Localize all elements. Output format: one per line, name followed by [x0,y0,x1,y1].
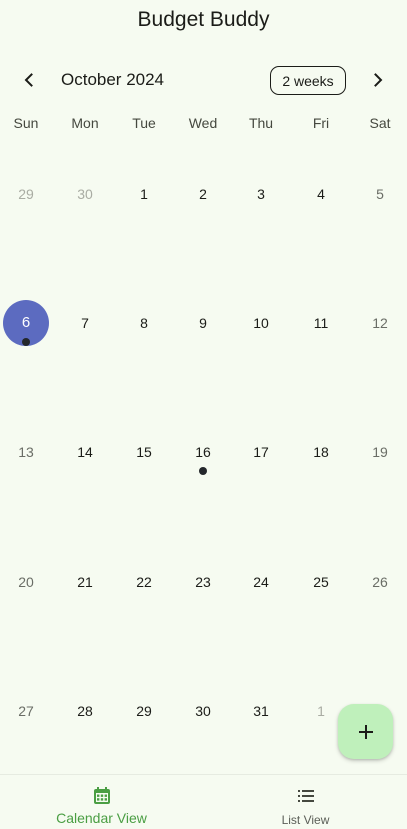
day-of-week-label: Tue [132,115,156,131]
day-number: 9 [199,315,207,331]
day-number: 5 [376,186,384,202]
day-cell[interactable]: 9 [174,314,232,424]
bottom-navigation-bar: Calendar View List View [0,774,407,829]
day-number: 11 [313,315,329,331]
day-number: 17 [253,444,269,460]
day-cell[interactable]: 26 [351,573,407,683]
day-cell[interactable]: 16 [174,443,232,553]
day-cell[interactable]: 4 [292,185,350,295]
day-cell[interactable]: 15 [115,443,173,553]
selected-day-cell[interactable]: 6 [0,300,55,424]
day-number: 18 [313,444,329,460]
day-of-week-label: Wed [188,115,218,131]
day-cell[interactable]: 3 [232,185,290,295]
day-number: 16 [195,444,211,460]
day-number: 12 [372,315,388,331]
day-cell[interactable]: 29 [0,185,55,295]
tab-calendar-view-label: Calendar View [56,810,147,826]
day-number: 20 [18,574,34,590]
previous-month-button[interactable] [15,66,43,94]
day-number: 30 [77,186,93,202]
day-cell[interactable]: 5 [351,185,407,295]
day-cell[interactable]: 7 [56,314,114,424]
day-number: 15 [136,444,152,460]
day-cell[interactable]: 21 [56,573,114,683]
chevron-right-icon [374,73,383,87]
day-cell[interactable]: 2 [174,185,232,295]
day-of-week-label: Sat [369,115,391,131]
day-of-week-label: Mon [71,115,99,131]
day-cell[interactable]: 25 [292,573,350,683]
day-cell[interactable]: 22 [115,573,173,683]
list-icon [295,785,317,807]
event-marker [199,467,207,475]
day-cell[interactable]: 13 [0,443,55,553]
day-cell[interactable]: 30 [56,185,114,295]
day-number: 29 [136,703,152,719]
day-number: 1 [140,186,148,202]
app-title: Budget Buddy [137,8,270,31]
plus-icon [358,724,373,739]
day-cell[interactable]: 23 [174,573,232,683]
day-cell[interactable]: 19 [351,443,407,553]
add-transaction-button[interactable] [338,704,393,759]
day-number: 14 [77,444,93,460]
calendar-icon [91,785,113,807]
day-cell[interactable]: 10 [232,314,290,424]
day-number: 31 [253,703,269,719]
day-of-week-label: Thu [248,115,274,131]
tab-list-view[interactable]: List View [204,775,407,829]
day-cell[interactable]: 8 [115,314,173,424]
chevron-left-icon [24,73,33,87]
tab-list-view-label: List View [281,813,330,827]
day-number: 10 [253,315,269,331]
day-number: 7 [81,315,89,331]
day-number: 26 [372,574,388,590]
day-number: 25 [313,574,329,590]
day-number: 27 [18,703,34,719]
day-number: 3 [257,186,265,202]
day-number: 8 [140,315,148,331]
month-label: October 2024 [61,70,165,89]
day-cell[interactable]: 24 [232,573,290,683]
day-number: 23 [195,574,211,590]
day-number: 29 [18,186,34,202]
day-cell[interactable]: 14 [56,443,114,553]
day-number: 2 [199,186,207,202]
day-number: 4 [317,186,325,202]
day-number: 13 [18,444,34,460]
day-number: 28 [77,703,93,719]
day-cell[interactable]: 20 [0,573,55,683]
day-cell[interactable]: 12 [351,314,407,424]
day-of-week-label: Sun [13,115,39,131]
day-number: 30 [195,703,211,719]
event-marker [22,338,30,346]
calendar-format-button[interactable]: 2 weeks [270,66,346,95]
day-number: 21 [77,574,93,590]
day-cell[interactable]: 1 [115,185,173,295]
day-number: 22 [136,574,152,590]
next-month-button[interactable] [364,66,392,94]
day-cell[interactable]: 17 [232,443,290,553]
day-of-week-label: Fri [312,115,330,131]
day-cell[interactable]: 11 [292,314,350,424]
tab-calendar-view[interactable]: Calendar View [0,775,203,829]
app-screen: Budget Buddy October 2024 2 weeks Sun Mon… [0,0,407,829]
day-number: 19 [372,444,388,460]
day-number: 6 [21,314,31,331]
day-number: 24 [253,574,269,590]
day-cell[interactable]: 18 [292,443,350,553]
days-of-week-header: Sun Mon Tue Wed Thu Fri Sat [0,113,407,133]
